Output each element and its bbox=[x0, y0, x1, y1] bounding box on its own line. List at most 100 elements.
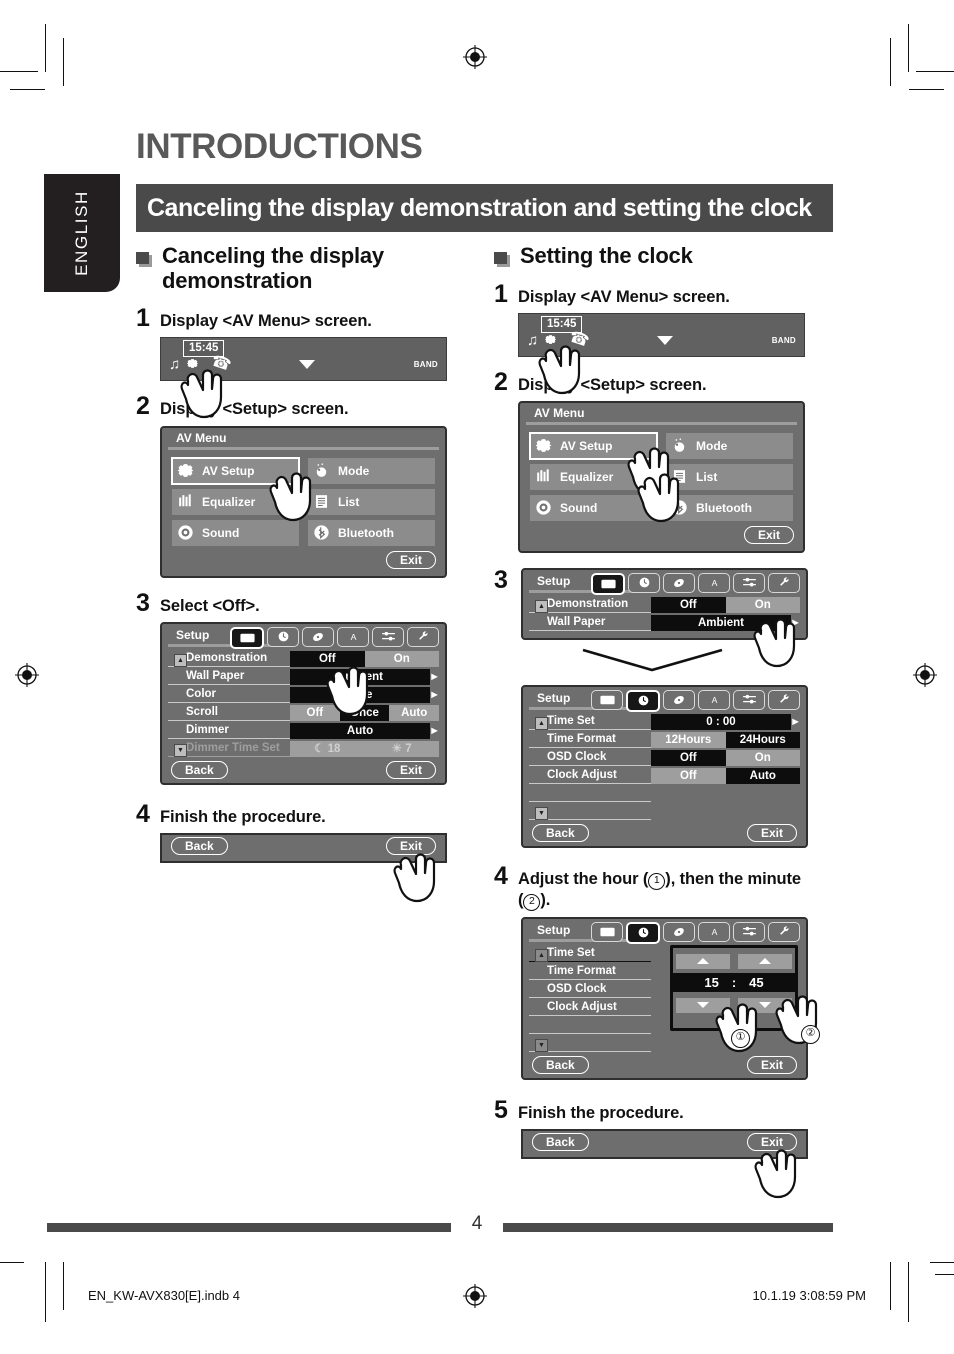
scroll-up-icon[interactable]: ▲ bbox=[535, 948, 548, 962]
phone-icon[interactable]: ☎ bbox=[209, 353, 233, 375]
av-menu-item-mode[interactable]: Mode bbox=[308, 457, 435, 484]
chevron-right-icon[interactable]: ► bbox=[429, 687, 440, 703]
value-chip[interactable]: Off bbox=[651, 768, 726, 785]
av-menu-item-mode[interactable]: Mode bbox=[666, 432, 793, 459]
value-chip-selected[interactable]: Ambient bbox=[290, 669, 430, 686]
setup-footer: Back Exit bbox=[162, 759, 445, 783]
tab-display[interactable] bbox=[591, 921, 623, 942]
scroll-down-icon[interactable]: ▼ bbox=[535, 1038, 548, 1052]
value-chip[interactable]: On bbox=[364, 651, 439, 668]
exit-button[interactable]: Exit bbox=[385, 836, 436, 855]
exit-button[interactable]: Exit bbox=[746, 1133, 797, 1151]
tab-disc[interactable] bbox=[663, 921, 695, 942]
exit-button[interactable]: Exit bbox=[743, 525, 794, 544]
av-menu-item-bluetooth[interactable]: Bluetooth bbox=[308, 519, 435, 546]
av-menu-item-av-setup[interactable]: AV Setup bbox=[529, 431, 658, 460]
phone-icon[interactable]: ☎ bbox=[567, 328, 591, 350]
tab-wrench[interactable] bbox=[768, 572, 800, 593]
tab-wrench[interactable] bbox=[768, 689, 800, 710]
av-menu-item-av-setup[interactable]: AV Setup bbox=[171, 456, 300, 485]
tab-font[interactable]: A bbox=[698, 689, 730, 710]
tab-mixer[interactable] bbox=[733, 572, 765, 593]
av-menu-item-bluetooth[interactable]: Bluetooth bbox=[666, 494, 793, 521]
setup-row-empty: ▼ bbox=[529, 804, 800, 821]
value-chip[interactable]: 12Hours bbox=[651, 732, 726, 749]
back-button[interactable]: Back bbox=[532, 1133, 589, 1151]
minute-down-button[interactable] bbox=[738, 997, 792, 1013]
av-menu-item-sound[interactable]: Sound bbox=[530, 494, 657, 521]
scroll-up-icon[interactable]: ▲ bbox=[174, 653, 187, 667]
hour-down-button[interactable] bbox=[676, 997, 730, 1013]
av-menu-item-equalizer[interactable]: Equalizer bbox=[172, 488, 299, 515]
value-chip-selected[interactable]: Once bbox=[339, 705, 390, 722]
chevron-down-icon[interactable] bbox=[657, 335, 673, 345]
value-chip-selected[interactable]: Blue bbox=[290, 687, 430, 704]
tab-wrench[interactable] bbox=[407, 626, 439, 647]
tab-clock[interactable] bbox=[626, 921, 660, 944]
exit-button[interactable]: Exit bbox=[746, 823, 797, 842]
value-chip-selected[interactable]: Off bbox=[651, 597, 726, 614]
value-chip-selected[interactable]: Off bbox=[290, 651, 365, 668]
tab-display[interactable] bbox=[591, 572, 625, 595]
scroll-down-icon[interactable]: ▼ bbox=[174, 743, 187, 757]
exit-button[interactable]: Exit bbox=[385, 550, 436, 569]
exit-button[interactable]: Exit bbox=[746, 1055, 797, 1074]
av-menu-item-sound[interactable]: Sound bbox=[172, 519, 299, 546]
chevron-right-icon[interactable]: ► bbox=[429, 669, 440, 685]
tab-disc[interactable] bbox=[302, 626, 334, 647]
value-chip[interactable]: Off bbox=[290, 705, 340, 722]
tab-wrench[interactable] bbox=[768, 921, 800, 942]
value-chip-selected[interactable]: 0 : 00 bbox=[651, 714, 791, 731]
back-button[interactable]: Back bbox=[171, 836, 228, 855]
music-note-icon[interactable]: ♫ bbox=[527, 333, 538, 348]
chevron-right-icon[interactable]: ► bbox=[790, 714, 801, 730]
dimmer-day-value[interactable]: ☀ 7 bbox=[364, 741, 439, 758]
minute-up-button[interactable] bbox=[738, 953, 792, 969]
tab-clock[interactable] bbox=[267, 626, 299, 647]
registration-mark bbox=[462, 1283, 488, 1309]
back-button[interactable]: Back bbox=[532, 1055, 589, 1074]
scroll-down-icon[interactable]: ▼ bbox=[535, 806, 548, 820]
tab-disc[interactable] bbox=[663, 689, 695, 710]
tab-font[interactable]: A bbox=[337, 626, 369, 647]
tab-clock[interactable] bbox=[628, 572, 660, 593]
value-chip[interactable]: On bbox=[725, 597, 800, 614]
tab-disc[interactable] bbox=[663, 572, 695, 593]
value-chip-selected[interactable]: 24Hours bbox=[725, 732, 800, 749]
back-button[interactable]: Back bbox=[532, 823, 589, 842]
scroll-up-icon[interactable]: ▲ bbox=[535, 599, 548, 613]
tab-font[interactable]: A bbox=[698, 572, 730, 593]
dimmer-night-value[interactable]: ☾ 18 bbox=[290, 741, 365, 758]
value-chip-selected[interactable]: Off bbox=[651, 750, 726, 767]
scroll-up-icon[interactable]: ▲ bbox=[535, 716, 548, 730]
band-label[interactable]: BAND bbox=[414, 360, 438, 369]
av-menu-item-equalizer[interactable]: Equalizer bbox=[530, 463, 657, 490]
tab-mixer[interactable] bbox=[372, 626, 404, 647]
back-button[interactable]: Back bbox=[171, 760, 228, 779]
value-chip[interactable]: Auto bbox=[389, 705, 440, 722]
tab-mixer[interactable] bbox=[733, 921, 765, 942]
av-menu-item-list[interactable]: List bbox=[666, 463, 793, 490]
setup-row-empty bbox=[529, 786, 800, 803]
row-label: Clock Adjust bbox=[529, 1000, 651, 1017]
chevron-down-icon[interactable] bbox=[299, 360, 315, 370]
chevron-right-icon[interactable]: ► bbox=[429, 723, 440, 739]
gear-icon[interactable] bbox=[543, 332, 558, 347]
gear-icon[interactable] bbox=[185, 356, 200, 371]
music-note-icon[interactable]: ♫ bbox=[169, 357, 180, 372]
value-chip-selected[interactable]: Ambient bbox=[651, 615, 791, 632]
tab-clock[interactable] bbox=[626, 689, 660, 712]
hour-up-button[interactable] bbox=[676, 953, 730, 969]
chevron-right-icon[interactable]: ► bbox=[790, 615, 801, 631]
tab-display[interactable] bbox=[591, 689, 623, 710]
setup-title: Setup bbox=[537, 690, 571, 705]
value-chip-selected[interactable]: Auto bbox=[725, 768, 800, 785]
tab-mixer[interactable] bbox=[733, 689, 765, 710]
band-label[interactable]: BAND bbox=[772, 336, 796, 345]
tab-display[interactable] bbox=[230, 626, 264, 649]
value-chip-selected[interactable]: Auto bbox=[290, 723, 430, 740]
value-chip[interactable]: On bbox=[725, 750, 800, 767]
tab-font[interactable]: A bbox=[698, 921, 730, 942]
av-menu-item-list[interactable]: List bbox=[308, 488, 435, 515]
exit-button[interactable]: Exit bbox=[385, 760, 436, 779]
